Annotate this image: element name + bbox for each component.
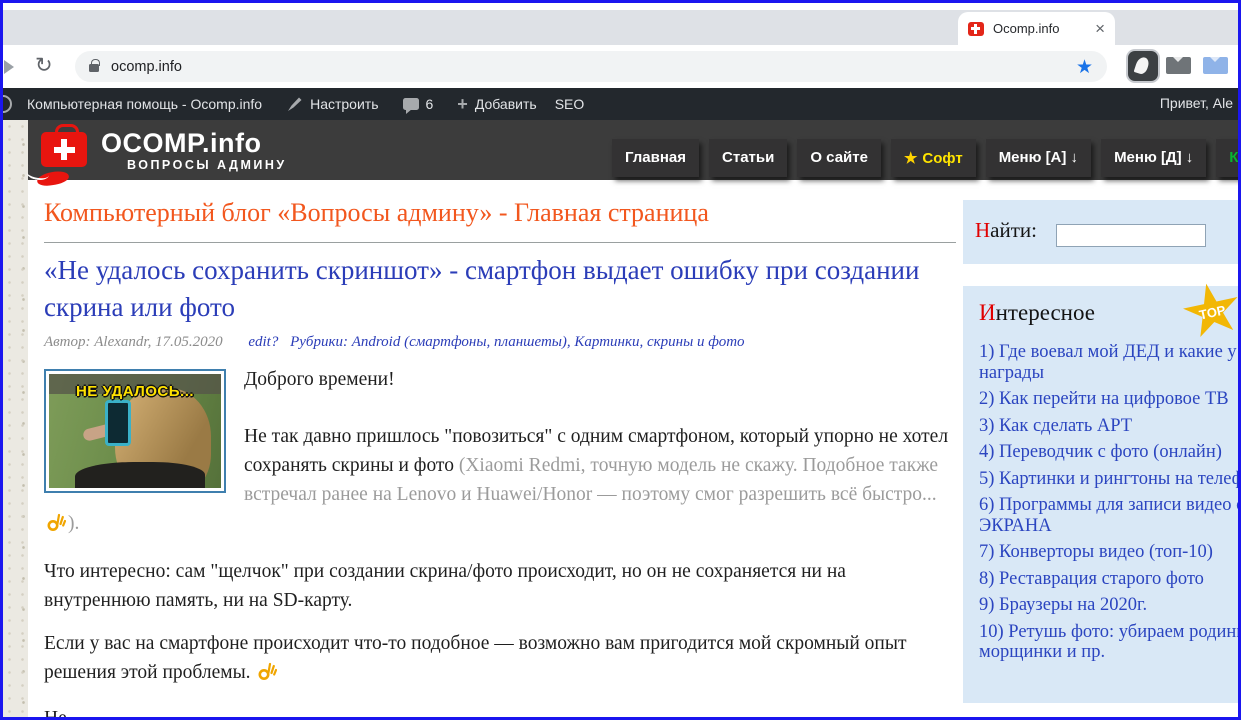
admin-customize[interactable]: Настроить — [310, 96, 378, 112]
nav-item-home[interactable]: Главная — [612, 139, 699, 177]
sidebar-link[interactable]: 3) Как сделать АРТ — [979, 416, 1241, 437]
url-text[interactable]: ocomp.info — [111, 59, 182, 75]
wordpress-admin-bar: Компьютерная помощь - Ocomp.info Настрои… — [3, 88, 1238, 120]
sidebar-interesting-widget: TOP Интересное 1) Где воевал мой ДЕД и к… — [963, 286, 1241, 703]
logo-title: OCOMP.info — [101, 128, 287, 158]
nav-item-menu-d[interactable]: Меню [Д] ↓ — [1101, 139, 1206, 177]
sidebar-link[interactable]: 10) Ретушь фото: убираем родинки, морщин… — [979, 622, 1241, 663]
reload-icon[interactable]: ↻ — [35, 53, 53, 77]
page-body: OCOMP.info ВОПРОСЫ АДМИНУ Главная Статьи… — [28, 120, 1238, 717]
main-column: Компьютерный блог «Вопросы админу» - Гла… — [44, 180, 956, 720]
rubrics-label: Рубрики: — [290, 334, 348, 350]
site-favicon-icon — [968, 22, 984, 36]
site-background: OCOMP.info ВОПРОСЫ АДМИНУ Главная Статьи… — [3, 120, 1238, 717]
browser-tab[interactable]: Ocomp.info × — [958, 12, 1115, 45]
article-thumbnail[interactable]: НЕ УДАЛОСЬ... — [44, 369, 226, 493]
admin-seo[interactable]: SEO — [555, 96, 585, 112]
logo-subtitle: ВОПРОСЫ АДМИНУ — [127, 158, 287, 172]
sidebar-link[interactable]: 6) Программы для записи видео с ЭКРАНА — [979, 495, 1241, 536]
page-title: Компьютерный блог «Вопросы админу» - Гла… — [44, 196, 956, 230]
nav-item-contact[interactable]: Контакт — [1216, 139, 1241, 177]
tab-close-icon[interactable]: × — [1095, 20, 1105, 37]
article-title-link[interactable]: «Не удалось сохранить скриншот» - смартф… — [44, 252, 956, 326]
mail-blue-icon[interactable] — [1203, 57, 1228, 74]
browser-window: Ocomp.info × ↻ ocomp.info ★ Компьютерная… — [0, 0, 1241, 720]
site-logo[interactable]: OCOMP.info ВОПРОСЫ АДМИНУ — [41, 126, 287, 172]
sidebar-link[interactable]: 5) Картинки и рингтоны на телефон — [979, 469, 1241, 490]
article-author-date: Автор: Alexandr, 17.05.2020 — [44, 334, 223, 350]
divider — [44, 242, 956, 243]
nav-item-articles[interactable]: Статьи — [709, 139, 787, 177]
lock-icon — [89, 64, 99, 72]
phone-in-photo — [105, 400, 131, 446]
comments-bubble-icon[interactable] — [403, 98, 419, 110]
search-input[interactable] — [1056, 224, 1206, 247]
paragraph-details: Что интересно: сам "щелчок" при создании… — [44, 557, 956, 615]
article-meta: Автор: Alexandr, 17.05.2020 edit? Рубрик… — [44, 334, 956, 351]
plus-icon[interactable]: + — [457, 95, 468, 113]
thumbnail-caption: НЕ УДАЛОСЬ... — [49, 377, 221, 406]
sidebar-link[interactable]: 9) Браузеры на 2020г. — [979, 595, 1241, 616]
sidebar-link[interactable]: 7) Конверторы видео (топ-10) — [979, 542, 1241, 563]
admin-site-name[interactable]: Компьютерная помощь - Ocomp.info — [27, 96, 262, 112]
wordpress-logo-icon[interactable] — [0, 95, 12, 113]
address-bar[interactable]: ocomp.info ★ — [75, 51, 1107, 82]
paragraph-clipped: Не — [44, 704, 956, 720]
category-links[interactable]: Android (смартфоны, планшеты), Картинки,… — [352, 334, 745, 350]
comments-count[interactable]: 6 — [426, 96, 434, 112]
edit-link[interactable]: edit? — [248, 334, 278, 350]
admin-add-new[interactable]: Добавить — [475, 96, 537, 112]
main-nav: Главная Статьи О сайте ★Софт Меню [А] ↓ … — [602, 139, 1241, 177]
mail-gray-icon[interactable] — [1166, 57, 1191, 74]
article-body: НЕ УДАЛОСЬ... Доброго времени! Не так да… — [44, 365, 956, 720]
nav-item-about[interactable]: О сайте — [797, 139, 881, 177]
ok-hand-icon — [257, 661, 277, 690]
nav-item-menu-a[interactable]: Меню [А] ↓ — [986, 139, 1091, 177]
first-aid-kit-icon — [41, 132, 87, 167]
bookmark-star-icon[interactable]: ★ — [1076, 56, 1093, 78]
customize-brush-icon[interactable] — [286, 96, 303, 113]
interesting-list: 1) Где воевал мой ДЕД и какие у него наг… — [979, 342, 1241, 663]
search-label: Найти: — [975, 218, 1037, 243]
site-header: OCOMP.info ВОПРОСЫ АДМИНУ Главная Статьи… — [28, 120, 1238, 180]
star-icon: ★ — [904, 150, 917, 167]
ok-hand-icon — [46, 512, 66, 541]
browser-toolbar: ↻ ocomp.info ★ — [3, 45, 1238, 88]
sidebar-link[interactable]: 2) Как перейти на цифровое ТВ — [979, 389, 1241, 410]
sidebar-link[interactable]: 8) Реставрация старого фото — [979, 569, 1241, 590]
sidebar-link[interactable]: 4) Переводчик с фото (онлайн) — [979, 442, 1241, 463]
nav-item-soft[interactable]: ★Софт — [891, 139, 976, 177]
sidebar-search-widget: Найти: — [963, 200, 1241, 264]
extension-icon[interactable] — [1128, 51, 1158, 81]
sidebar-link[interactable]: 1) Где воевал мой ДЕД и какие у него наг… — [979, 342, 1241, 383]
paragraph-advice: Если у вас на смартфоне происходит что-т… — [44, 629, 956, 690]
forward-icon[interactable] — [4, 60, 14, 74]
admin-greeting[interactable]: Привет, Ale — [1160, 95, 1233, 111]
tab-title: Ocomp.info — [993, 21, 1059, 36]
